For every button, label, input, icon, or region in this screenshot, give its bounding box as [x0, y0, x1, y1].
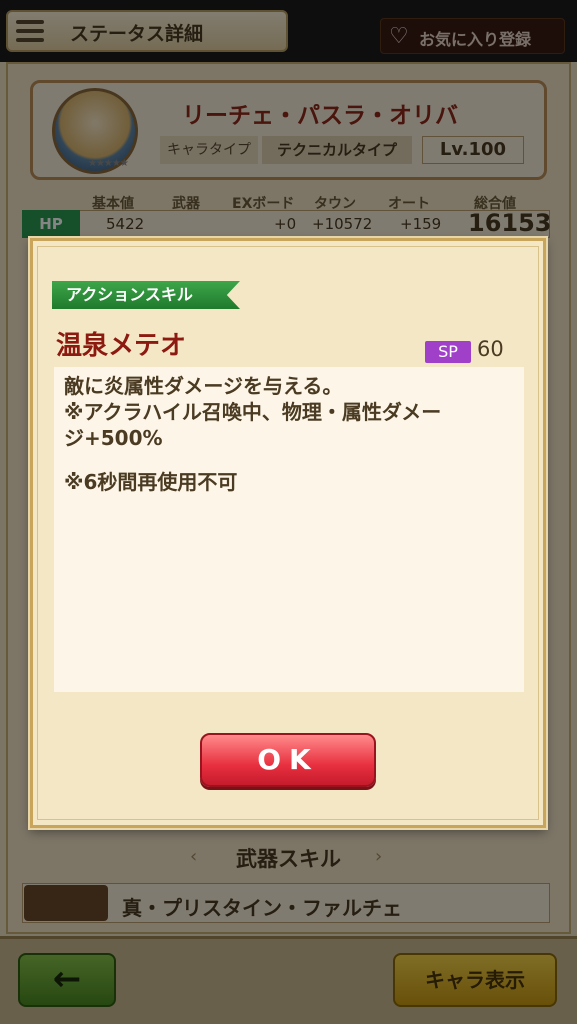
description-line: ※アクラハイル召喚中、物理・属性ダメー — [64, 400, 442, 424]
description-line: ジ+500% — [64, 426, 163, 450]
skill-type-badge: アクションスキル — [52, 281, 240, 309]
description-line: ※6秒間再使用不可 — [64, 470, 238, 494]
sp-value: 60 — [477, 337, 504, 361]
skill-name: 温泉メテオ — [56, 331, 187, 361]
description-line: 敵に炎属性ダメージを与える。 — [64, 374, 343, 398]
sp-badge: SP — [425, 341, 471, 363]
ok-button[interactable]: OK — [200, 733, 376, 787]
